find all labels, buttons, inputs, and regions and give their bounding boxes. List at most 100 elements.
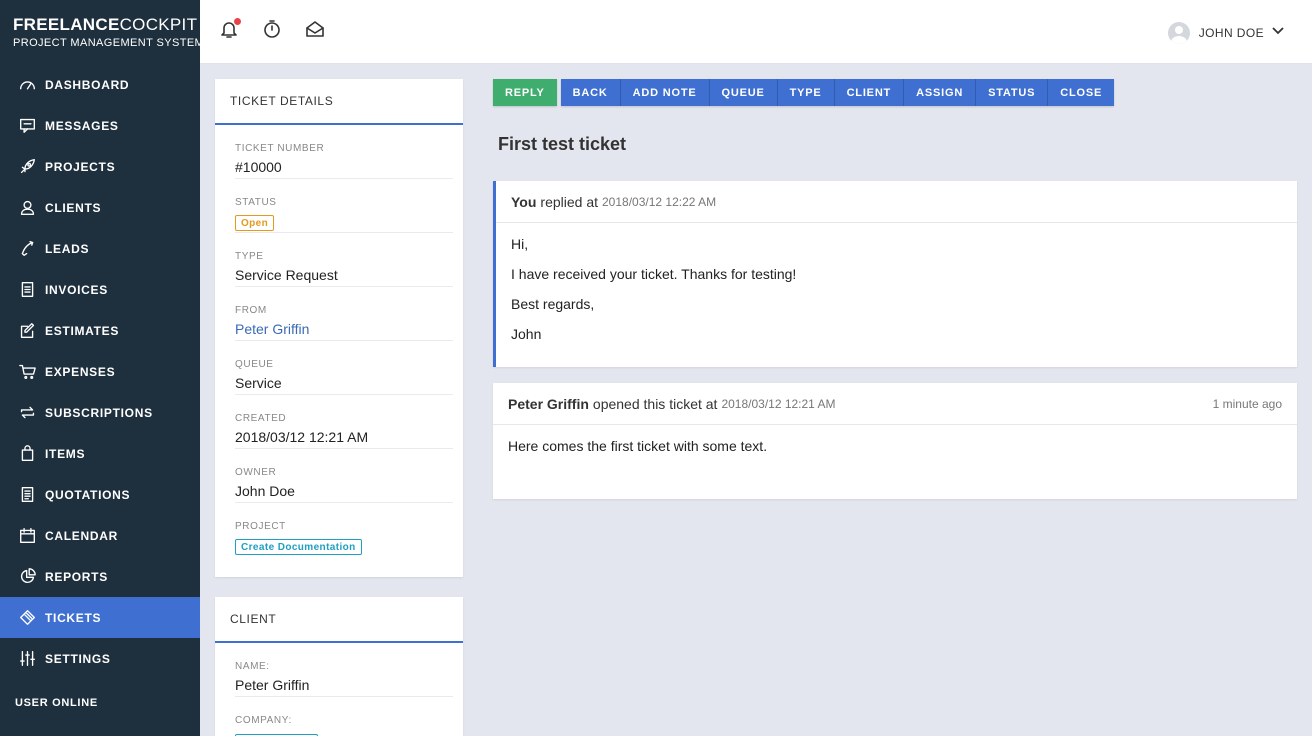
gauge-icon	[18, 76, 36, 94]
from-link[interactable]: Peter Griffin	[235, 321, 453, 337]
sidebar: FREELANCECOCKPIT PROJECT MANAGEMENT SYST…	[0, 0, 200, 736]
queue-button[interactable]: QUEUE	[709, 79, 778, 106]
sidebar-item-leads[interactable]: LEADS	[0, 228, 200, 269]
client-company-value	[235, 731, 453, 736]
close-button[interactable]: CLOSE	[1048, 79, 1115, 106]
sidebar-item-label: MESSAGES	[45, 118, 119, 133]
sidebar-item-quotations[interactable]: QUOTATIONS	[0, 474, 200, 515]
message-body: Here comes the first ticket with some te…	[493, 425, 1297, 479]
user-icon	[18, 199, 36, 217]
ticket-owner: John Doe	[235, 483, 295, 499]
sidebar-item-label: ITEMS	[45, 446, 86, 461]
project-badge-link[interactable]: Create Documentation	[235, 539, 362, 555]
client-card-title: CLIENT	[215, 597, 463, 643]
field-label: PROJECT	[235, 521, 286, 532]
client-name: Peter Griffin	[235, 677, 310, 693]
sidebar-item-clients[interactable]: CLIENTS	[0, 187, 200, 228]
message-reply: You replied at 2018/03/12 12:22 AM Hi, I…	[493, 181, 1297, 367]
sidebar-item-label: INVOICES	[45, 282, 108, 297]
cart-icon	[18, 363, 36, 381]
queue-field: QUEUE Service	[235, 341, 453, 395]
field-label: TYPE	[235, 251, 264, 262]
sidebar-item-estimates[interactable]: ESTIMATES	[0, 310, 200, 351]
ticket-icon	[18, 609, 36, 627]
repeat-icon	[18, 404, 36, 422]
assign-button[interactable]: ASSIGN	[904, 79, 977, 106]
document-icon	[18, 486, 36, 504]
message-author: Peter Griffin	[508, 395, 589, 412]
top-header: JOHN DOE	[200, 0, 1312, 64]
sidebar-item-label: SUBSCRIPTIONS	[45, 405, 153, 420]
type-button[interactable]: TYPE	[777, 79, 835, 106]
sidebar-item-label: PROJECTS	[45, 159, 116, 174]
field-label: QUEUE	[235, 359, 274, 370]
brand-name-light: COCKPIT	[119, 15, 198, 34]
user-online-heading: USER ONLINE	[15, 697, 98, 709]
message-line: Hi,	[511, 236, 529, 252]
sidebar-item-tickets[interactable]: TICKETS	[0, 597, 200, 638]
status-badge: Open	[235, 215, 275, 231]
sidebar-item-reports[interactable]: REPORTS	[0, 556, 200, 597]
client-company-field: COMPANY:	[235, 697, 453, 736]
message-timestamp: 2018/03/12 12:22 AM	[602, 194, 717, 209]
sidebar-item-subscriptions[interactable]: SUBSCRIPTIONS	[0, 392, 200, 433]
invoice-icon	[18, 281, 36, 299]
calendar-icon	[18, 527, 36, 545]
sliders-icon	[18, 650, 36, 668]
sidebar-item-projects[interactable]: PROJECTS	[0, 146, 200, 187]
sidebar-item-label: CALENDAR	[45, 528, 118, 543]
user-menu[interactable]: JOHN DOE	[1167, 22, 1284, 44]
field-label: STATUS	[235, 197, 277, 208]
sidebar-item-dashboard[interactable]: DASHBOARD	[0, 64, 200, 105]
phone-icon	[18, 240, 36, 258]
sidebar-item-label: TICKETS	[45, 610, 102, 625]
ticket-queue: Service	[235, 375, 282, 391]
message-body: Hi, I have received your ticket. Thanks …	[496, 223, 1297, 367]
created-date: 2018/03/12 12:21 AM	[235, 429, 369, 445]
sidebar-item-label: EXPENSES	[45, 364, 116, 379]
user-name: JOHN DOE	[1198, 26, 1264, 40]
sidebar-item-label: DASHBOARD	[45, 77, 130, 92]
sidebar-item-label: ESTIMATES	[45, 323, 120, 338]
status-button[interactable]: STATUS	[976, 79, 1049, 106]
sidebar-item-expenses[interactable]: EXPENSES	[0, 351, 200, 392]
sidebar-item-items[interactable]: ITEMS	[0, 433, 200, 474]
ticket-number-field: TICKET NUMBER #10000	[235, 125, 453, 179]
brand-name: FREELANCECOCKPIT	[13, 16, 200, 34]
brand-name-bold: FREELANCE	[13, 15, 120, 34]
message-opened: Peter Griffin opened this ticket at 2018…	[493, 383, 1297, 499]
sidebar-item-messages[interactable]: MESSAGES	[0, 105, 200, 146]
sidebar-item-invoices[interactable]: INVOICES	[0, 269, 200, 310]
message-author: You	[511, 193, 537, 210]
sidebar-item-label: QUOTATIONS	[45, 487, 131, 502]
back-button[interactable]: BACK	[560, 79, 621, 106]
notification-dot	[234, 18, 241, 25]
sidebar-item-label: SETTINGS	[45, 651, 111, 666]
ticket-toolbar: REPLY BACK ADD NOTE QUEUE TYPE CLIENT AS…	[493, 79, 1115, 106]
sidebar-item-calendar[interactable]: CALENDAR	[0, 515, 200, 556]
notifications-bell-icon[interactable]	[219, 18, 241, 41]
type-field: TYPE Service Request	[235, 233, 453, 287]
sidebar-item-settings[interactable]: SETTINGS	[0, 638, 200, 679]
client-name-field: NAME: Peter Griffin	[235, 643, 453, 697]
mail-icon[interactable]	[305, 19, 327, 41]
brand-subtitle: PROJECT MANAGEMENT SYSTEM	[13, 37, 200, 49]
rocket-icon	[18, 158, 36, 176]
field-label: FROM	[235, 305, 267, 316]
from-field: FROM Peter Griffin	[235, 287, 453, 341]
owner-field: OWNER John Doe	[235, 449, 453, 503]
ticket-subject: First test ticket	[498, 134, 627, 154]
message-action: opened this ticket at	[592, 395, 718, 412]
brand[interactable]: FREELANCECOCKPIT PROJECT MANAGEMENT SYST…	[0, 0, 200, 64]
add-note-button[interactable]: ADD NOTE	[620, 79, 710, 106]
reply-button[interactable]: REPLY	[493, 79, 557, 106]
sidebar-item-label: REPORTS	[45, 569, 108, 584]
field-label: CREATED	[235, 413, 287, 424]
message-timestamp: 2018/03/12 12:21 AM	[721, 396, 836, 411]
edit-icon	[18, 322, 36, 340]
field-label: COMPANY:	[235, 715, 292, 726]
timer-icon[interactable]	[262, 19, 284, 41]
message-line: John	[511, 326, 542, 342]
client-button[interactable]: CLIENT	[834, 79, 905, 106]
sidebar-nav: DASHBOARD MESSAGES PROJECTS CLIENTS LEAD…	[0, 64, 200, 679]
